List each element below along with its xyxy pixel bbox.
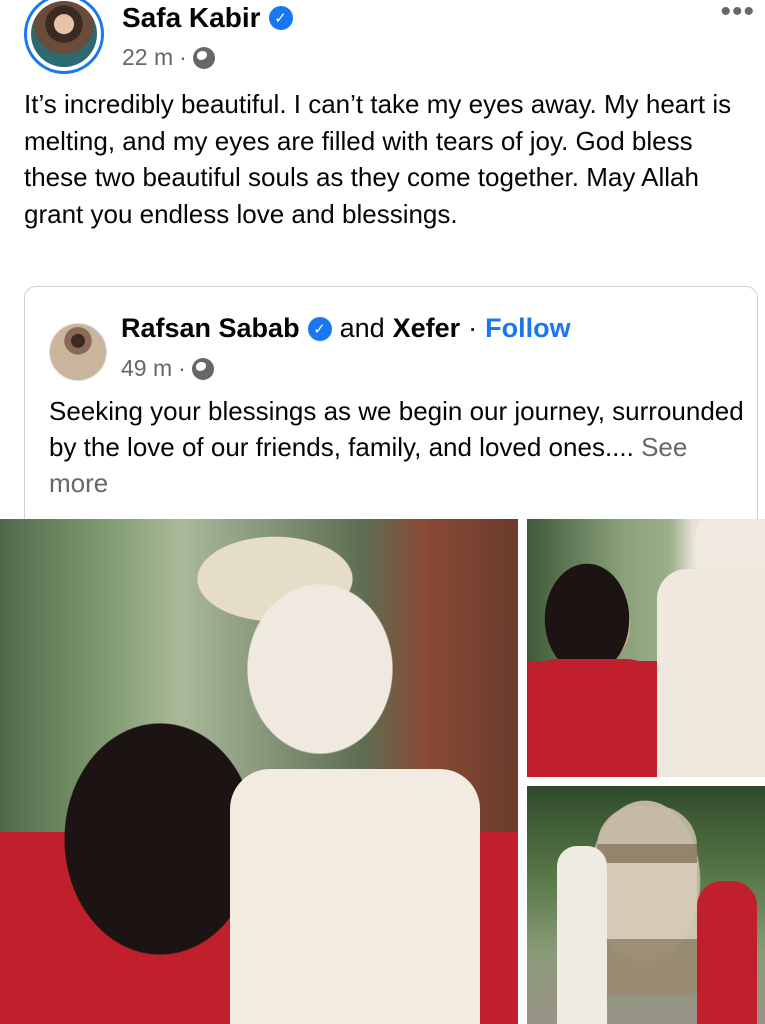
follow-separator: · [468,313,478,343]
shared-post-body: Seeking your blessings as we begin our j… [49,396,744,462]
and-text: and [339,313,385,343]
photo-detail [557,846,607,1024]
post-author-name[interactable]: Safa Kabir [122,2,261,34]
public-globe-icon [192,46,215,69]
shared-author-avatar[interactable] [49,323,107,381]
follow-button[interactable]: Follow [485,313,570,344]
shared-post-header: Rafsan Sabab ✓ and Xefer · Follow [121,313,571,344]
shared-post-card[interactable]: Rafsan Sabab ✓ and Xefer · Follow 49 m ·… [24,286,758,526]
meta-separator: · [179,44,187,70]
author-avatar-image [31,1,97,67]
photo-couple-fountain[interactable] [527,786,765,1024]
shared-timestamp[interactable]: 49 m [121,355,172,382]
shared-meta-separator: · [178,355,186,381]
shared-post-meta: 49 m · [121,355,214,382]
shared-author-name[interactable]: Rafsan Sabab [121,313,300,344]
shared-post-text: Seeking your blessings as we begin our j… [49,393,749,501]
photo-detail [657,569,765,777]
verified-badge-icon: ✓ [307,316,332,341]
post-author[interactable]: Safa Kabir ✓ [122,2,293,34]
photo-detail [697,881,757,1024]
photo-couple-embrace[interactable] [0,519,518,1024]
public-globe-icon [191,357,214,380]
photo-detail [230,769,480,1024]
more-options-icon[interactable]: ••• [720,0,755,27]
post-timestamp[interactable]: 22 m [122,44,173,71]
photo-detail [527,659,657,777]
post-meta: 22 m · [122,44,215,71]
photo-couple-holding-hands[interactable] [527,519,765,777]
shared-coauthor-name[interactable]: Xefer [393,313,461,344]
post-text: It’s incredibly beautiful. I can’t take … [24,89,732,229]
author-avatar[interactable] [24,0,104,74]
verified-badge-icon: ✓ [268,6,293,30]
photo-detail [597,806,697,996]
